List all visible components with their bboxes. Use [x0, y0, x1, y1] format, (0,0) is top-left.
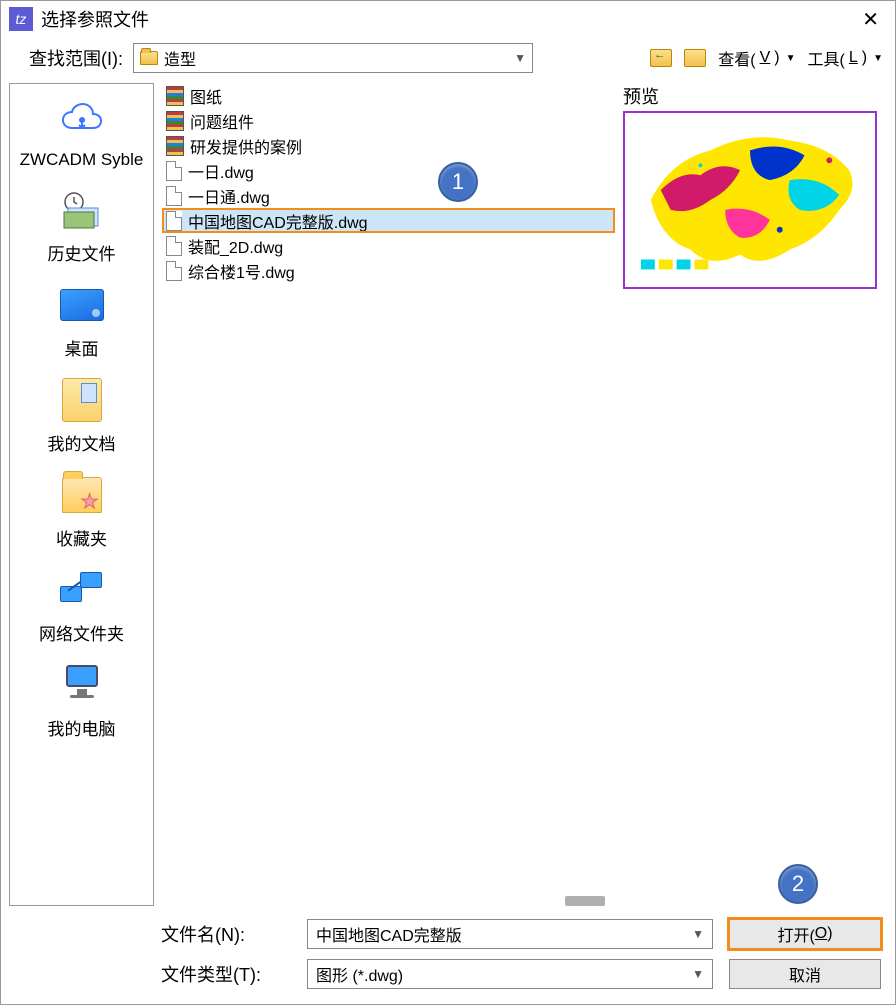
file-icon — [166, 161, 182, 181]
close-icon[interactable]: ✕ — [854, 3, 887, 36]
file-row[interactable]: 图纸 — [162, 83, 615, 108]
filetype-value: 图形 (*.dwg) — [316, 962, 403, 986]
body-area: ZWCADM Syble 历史文件 桌面 我的文 — [1, 79, 895, 910]
favorites-icon — [62, 477, 102, 513]
file-row[interactable]: 研发提供的案例 — [162, 133, 615, 158]
file-icon — [166, 261, 182, 281]
filename-value: 中国地图CAD完整版 — [316, 922, 462, 946]
file-list[interactable]: 图纸问题组件研发提供的案例一日.dwg一日通.dwg中国地图CAD完整版.dwg… — [162, 83, 615, 910]
file-name: 图纸 — [190, 84, 222, 108]
bottom-panel: 文件名(N): 中国地图CAD完整版 ▼ 打开(O) 文件类型(T): 图形 (… — [1, 910, 895, 1004]
network-icon — [60, 572, 104, 608]
file-icon — [166, 236, 182, 256]
file-row[interactable]: 中国地图CAD完整版.dwg — [162, 208, 615, 233]
cancel-button[interactable]: 取消 — [729, 959, 881, 989]
lookup-combo[interactable]: 造型 ▼ — [133, 43, 533, 73]
back-folder-icon[interactable] — [650, 49, 672, 67]
window-title: 选择参照文件 — [41, 6, 854, 32]
file-row[interactable]: 一日.dwg — [162, 158, 615, 183]
file-row[interactable]: 综合楼1号.dwg — [162, 258, 615, 283]
desktop-icon — [60, 289, 104, 321]
place-zwcadm[interactable]: ZWCADM Syble — [10, 92, 153, 182]
place-history[interactable]: 历史文件 — [10, 182, 153, 277]
file-name: 问题组件 — [190, 109, 254, 133]
archive-icon — [166, 136, 184, 156]
file-row[interactable]: 装配_2D.dwg — [162, 233, 615, 258]
open-button[interactable]: 打开(O) — [729, 919, 881, 949]
filename-label: 文件名(N): — [161, 921, 291, 947]
documents-icon — [62, 378, 102, 422]
preview-panel: 预览 — [623, 79, 895, 910]
annotation-callout-1: 1 — [438, 162, 478, 202]
toolbar: 查找范围(I): 造型 ▼ 查看(V) ▼ 工具(L) ▼ — [1, 37, 895, 79]
history-icon — [60, 190, 104, 230]
file-row[interactable]: 问题组件 — [162, 108, 615, 133]
place-network[interactable]: 网络文件夹 — [10, 562, 153, 657]
app-icon: tz — [9, 7, 33, 31]
up-folder-icon[interactable] — [684, 49, 706, 67]
dialog-window: tz 选择参照文件 ✕ 查找范围(I): 造型 ▼ 查看(V) ▼ 工具(L) … — [0, 0, 896, 1005]
filetype-label: 文件类型(T): — [161, 961, 291, 987]
map-preview-image — [631, 119, 869, 281]
file-icon — [166, 211, 182, 231]
scroll-handle[interactable] — [565, 896, 605, 906]
file-name: 一日.dwg — [188, 159, 254, 183]
folder-icon — [140, 51, 158, 65]
chevron-down-icon: ▼ — [786, 53, 796, 64]
file-name: 一日通.dwg — [188, 184, 270, 208]
file-name: 装配_2D.dwg — [188, 234, 283, 258]
file-icon — [166, 186, 182, 206]
center-panel: 图纸问题组件研发提供的案例一日.dwg一日通.dwg中国地图CAD完整版.dwg… — [154, 79, 623, 910]
place-documents[interactable]: 我的文档 — [10, 372, 153, 467]
preview-label: 预览 — [623, 83, 881, 109]
file-row[interactable]: 一日通.dwg — [162, 183, 615, 208]
tools-menu[interactable]: 工具(L) ▼ — [808, 46, 883, 70]
file-name: 中国地图CAD完整版.dwg — [188, 209, 368, 233]
annotation-callout-2: 2 — [778, 864, 818, 904]
archive-icon — [166, 111, 184, 131]
filetype-combo[interactable]: 图形 (*.dwg) ▼ — [307, 959, 713, 989]
cloud-icon — [60, 102, 104, 138]
place-favorites[interactable]: 收藏夹 — [10, 467, 153, 562]
place-mycomputer[interactable]: 我的电脑 — [10, 657, 153, 752]
computer-icon — [60, 665, 104, 705]
view-menu[interactable]: 查看(V) ▼ — [718, 46, 795, 70]
chevron-down-icon: ▼ — [514, 51, 526, 65]
chevron-down-icon: ▼ — [692, 927, 704, 941]
current-folder-name: 造型 — [164, 46, 196, 70]
archive-icon — [166, 86, 184, 106]
filename-combo[interactable]: 中国地图CAD完整版 ▼ — [307, 919, 713, 949]
file-name: 研发提供的案例 — [190, 134, 302, 158]
chevron-down-icon: ▼ — [873, 53, 883, 64]
file-name: 综合楼1号.dwg — [188, 259, 295, 283]
places-bar: ZWCADM Syble 历史文件 桌面 我的文 — [9, 83, 154, 906]
titlebar: tz 选择参照文件 ✕ — [1, 1, 895, 37]
preview-box — [623, 111, 877, 289]
place-desktop[interactable]: 桌面 — [10, 277, 153, 372]
chevron-down-icon: ▼ — [692, 967, 704, 981]
lookup-label: 查找范围(I): — [29, 45, 123, 71]
